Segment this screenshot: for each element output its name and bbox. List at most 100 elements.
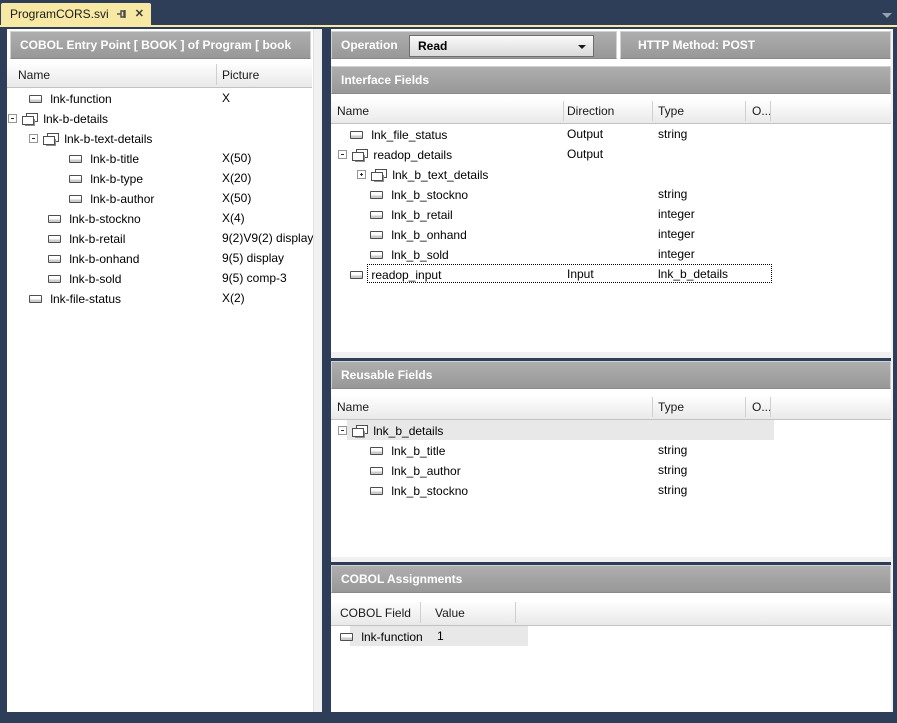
field-name: lnk-b-title xyxy=(90,152,139,166)
column-header-name[interactable]: Name xyxy=(337,395,369,419)
reusable-fields-header: Reusable Fields xyxy=(331,361,891,389)
tree-row[interactable]: lnk-function X xyxy=(7,88,312,108)
tree-row[interactable]: lnk_b_text_details xyxy=(331,164,891,184)
column-separator[interactable] xyxy=(770,101,771,121)
operation-label: Operation xyxy=(341,38,398,52)
tree-row[interactable]: lnk_b_title string xyxy=(331,440,891,460)
expander-minus-icon[interactable] xyxy=(338,426,347,435)
field-icon xyxy=(48,275,61,283)
field-icon xyxy=(69,175,82,183)
tree-row[interactable]: lnk-b-onhand 9(5) display xyxy=(7,248,312,268)
field-name: lnk_b_stockno xyxy=(391,484,468,498)
tree-row[interactable]: lnk_b_sold integer xyxy=(331,244,891,264)
field-picture: 9(5) display xyxy=(222,248,284,268)
field-icon xyxy=(370,447,383,455)
service-interface-panel: Operation Read HTTP Method: POST Interfa… xyxy=(331,29,891,712)
document-tab[interactable]: ProgramCORS.svi ✕ xyxy=(1,3,151,25)
field-type: integer xyxy=(658,244,695,264)
tree-row[interactable]: lnk-file-status X(2) xyxy=(7,288,312,308)
column-header-type[interactable]: Type xyxy=(658,395,684,419)
column-header-name[interactable]: Name xyxy=(18,62,50,87)
field-icon xyxy=(29,95,42,103)
column-separator[interactable] xyxy=(745,397,746,417)
column-separator[interactable] xyxy=(563,101,564,121)
field-name: lnk_b_author xyxy=(391,464,460,478)
column-separator[interactable] xyxy=(515,602,516,623)
group-icon xyxy=(22,113,37,125)
tree-row[interactable]: lnk-b-type X(20) xyxy=(7,168,312,188)
field-name: lnk_b_text_details xyxy=(392,168,488,182)
expander-plus-icon[interactable] xyxy=(357,170,366,179)
field-name: lnk_b_retail xyxy=(391,208,452,222)
column-header-direction[interactable]: Direction xyxy=(567,99,614,123)
field-icon xyxy=(29,295,42,303)
interface-fields-tree: lnk_file_status Output string readop_det… xyxy=(331,124,891,284)
vertical-scrollbar[interactable] xyxy=(313,29,322,712)
document-tabstrip: ProgramCORS.svi ✕ xyxy=(0,0,897,25)
group-icon xyxy=(43,133,58,145)
column-separator[interactable] xyxy=(216,64,217,85)
tree-row[interactable]: lnk_file_status Output string xyxy=(331,124,891,144)
table-row-selected[interactable]: lnk-function 1 xyxy=(331,626,891,646)
tree-row[interactable]: lnk-b-retail 9(2)V9(2) display xyxy=(7,228,312,248)
column-separator[interactable] xyxy=(770,397,771,417)
column-header-name[interactable]: Name xyxy=(337,99,369,123)
column-header-type[interactable]: Type xyxy=(658,99,684,123)
column-header-picture[interactable]: Picture xyxy=(222,62,259,87)
tree-row[interactable]: lnk-b-details xyxy=(7,108,312,128)
group-icon xyxy=(352,149,367,161)
group-icon xyxy=(371,169,386,181)
field-type: integer xyxy=(658,204,695,224)
section-divider xyxy=(331,557,891,565)
cobol-entry-point-panel: COBOL Entry Point [ BOOK ] of Program [ … xyxy=(7,29,322,712)
tree-row[interactable]: lnk_b_stockno string xyxy=(331,480,891,500)
expander-minus-icon[interactable] xyxy=(29,134,38,143)
field-type: string xyxy=(658,460,687,480)
tree-row-selected[interactable]: lnk_b_details xyxy=(331,420,891,440)
expander-minus-icon[interactable] xyxy=(8,114,17,123)
column-header-occurs[interactable]: O... xyxy=(752,99,771,123)
tab-title: ProgramCORS.svi xyxy=(10,7,109,21)
tree-row[interactable]: lnk-b-text-details xyxy=(7,128,312,148)
document-list-dropdown-icon[interactable] xyxy=(882,13,892,18)
close-icon[interactable]: ✕ xyxy=(135,9,144,19)
editor-window: ProgramCORS.svi ✕ COBOL Entry Point [ BO… xyxy=(0,0,897,723)
cobol-entry-point-header: COBOL Entry Point [ BOOK ] of Program [ … xyxy=(10,31,311,59)
field-name: lnk_b_title xyxy=(391,444,445,458)
tree-row-selected[interactable]: readop_input Input lnk_b_details xyxy=(331,264,891,284)
field-type: string xyxy=(658,124,687,144)
tree-row[interactable]: lnk_b_author string xyxy=(331,460,891,480)
column-header-value[interactable]: Value xyxy=(435,600,465,625)
tab-accent-underline xyxy=(0,25,897,27)
column-header-cobol-field[interactable]: COBOL Field xyxy=(340,600,411,625)
field-name: lnk-b-sold xyxy=(69,272,121,286)
column-separator[interactable] xyxy=(652,101,653,121)
chevron-down-icon[interactable] xyxy=(578,45,586,49)
column-header-occurs[interactable]: O... xyxy=(752,395,771,419)
interface-fields-table-header: Name Direction Type O... xyxy=(331,99,891,124)
tree-row[interactable]: lnk-b-author X(50) xyxy=(7,188,312,208)
tree-row[interactable]: lnk_b_onhand integer xyxy=(331,224,891,244)
tree-row[interactable]: lnk_b_stockno string xyxy=(331,184,891,204)
field-icon xyxy=(48,255,61,263)
field-name: lnk-file-status xyxy=(50,292,121,306)
operation-select[interactable]: Read xyxy=(409,35,594,57)
expander-minus-icon[interactable] xyxy=(338,150,347,159)
column-separator[interactable] xyxy=(420,602,421,623)
field-type: integer xyxy=(658,224,695,244)
field-icon xyxy=(370,211,383,219)
tree-row[interactable]: lnk-b-title X(50) xyxy=(7,148,312,168)
field-type: string xyxy=(658,440,687,460)
tree-row[interactable]: lnk-b-stockno X(4) xyxy=(7,208,312,228)
tree-row[interactable]: lnk-b-sold 9(5) comp-3 xyxy=(7,268,312,288)
assignment-value: 1 xyxy=(437,626,444,646)
pin-icon[interactable] xyxy=(116,8,128,20)
reusable-fields-tree: lnk_b_details lnk_b_title string lnk_b_a… xyxy=(331,420,891,500)
tree-row[interactable]: readop_details Output xyxy=(331,144,891,164)
focus-rectangle xyxy=(367,264,772,283)
column-separator[interactable] xyxy=(745,101,746,121)
tree-row[interactable]: lnk_b_retail integer xyxy=(331,204,891,224)
field-name: lnk-b-stockno xyxy=(69,212,140,226)
column-separator[interactable] xyxy=(652,397,653,417)
field-direction: Output xyxy=(567,144,603,164)
